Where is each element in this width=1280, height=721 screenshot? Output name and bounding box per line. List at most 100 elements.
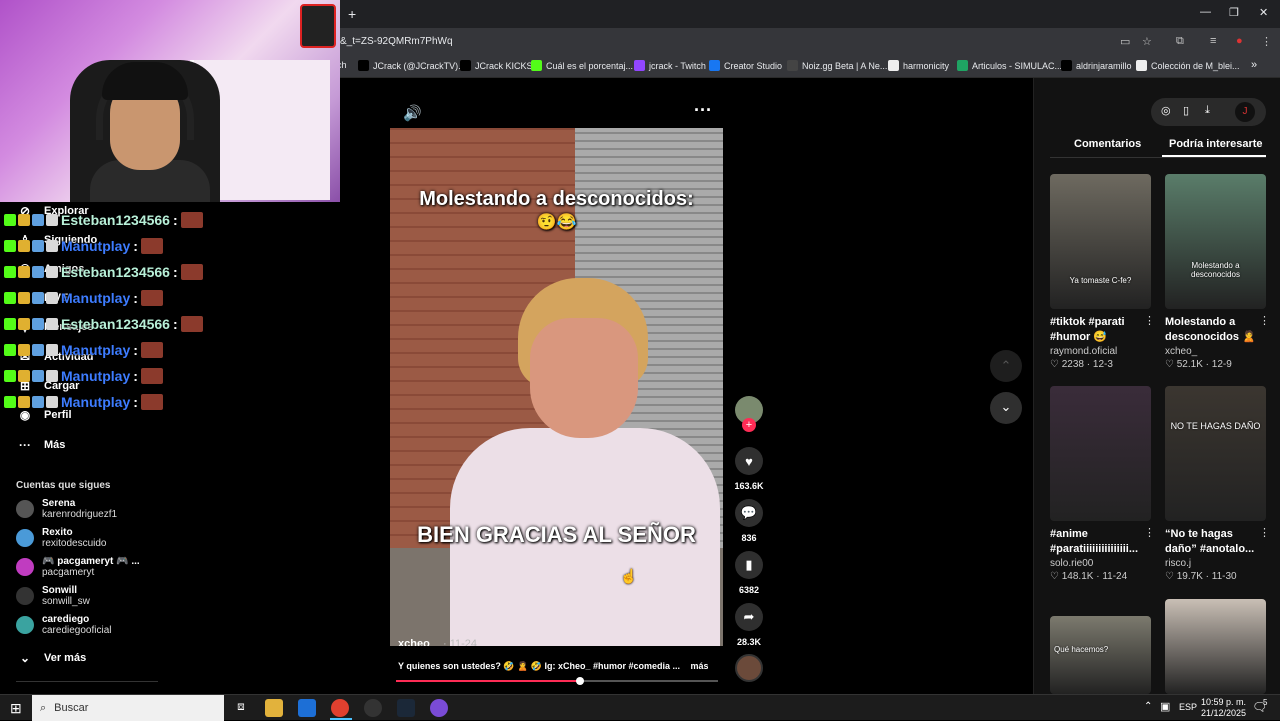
following-item[interactable]: Sonwill sonwill_sw <box>16 585 90 607</box>
url-text[interactable]: &_t=ZS-92QMRm7PhWq <box>340 36 453 47</box>
obs-icon[interactable] <box>364 699 382 717</box>
card-title: #tiktok #parati #humor 😅 <box>1050 316 1125 343</box>
card-more-icon[interactable]: ⋮ <box>1259 314 1270 327</box>
card-title: “No te hagas daño” #anotalo... <box>1165 528 1255 555</box>
music-disc-icon[interactable] <box>735 654 763 682</box>
chat-username: Esteban1234566 <box>61 264 170 280</box>
author-avatar[interactable]: + <box>734 396 764 432</box>
sidebar-item-profile[interactable]: ◉ Perfil <box>18 408 72 422</box>
chat-message: Esteban1234566: <box>4 316 203 332</box>
card-title: Molestando a desconocidos 🙎 ... <box>1165 316 1256 343</box>
phone-icon[interactable]: ▯ <box>1183 104 1189 117</box>
more-icon: ··· <box>19 438 31 452</box>
extension-logo-icon[interactable]: J <box>1235 102 1255 122</box>
task-view-icon[interactable]: ⧈ <box>232 699 250 717</box>
windows-start-icon[interactable]: ⊞ <box>10 700 22 717</box>
tabs-divider <box>1050 157 1266 158</box>
save-button[interactable]: ▮ 6382 <box>734 551 764 595</box>
comment-button[interactable]: 💬 836 <box>734 499 764 543</box>
volume-icon[interactable]: 🔊 <box>403 104 422 122</box>
clock[interactable]: 10:59 p. m. 21/12/2025 <box>1196 697 1246 719</box>
card-more-icon[interactable]: ⋮ <box>1144 526 1155 539</box>
following-item[interactable]: 🎮 pacgameryt 🎮 ... pacgameryt <box>16 556 140 578</box>
chat-message: Manutplay: <box>4 368 163 384</box>
bookmark-favicon-icon <box>1136 60 1147 71</box>
taskbar-search[interactable]: ⌕ Buscar <box>32 695 224 721</box>
card-more-icon[interactable]: ⋮ <box>1259 526 1270 539</box>
card-more-icon[interactable]: ⋮ <box>1144 314 1155 327</box>
suggested-video-card[interactable]: Ya tomaste C-fe? #tiktok #parati #humor 😅… <box>1050 174 1155 370</box>
emote-icon <box>140 394 163 410</box>
chrome-icon[interactable] <box>331 699 349 717</box>
bookmark-item[interactable]: JCrack KICKS <box>460 60 533 71</box>
video-player[interactable]: Molestando a desconocidos: 🤨😂 BIEN GRACI… <box>390 128 723 646</box>
bookmark-item[interactable]: Articulos - SIMULAC... <box>957 60 1062 71</box>
avatar <box>16 500 34 518</box>
bookmark-favicon-icon <box>1061 60 1072 71</box>
bookmark-item[interactable]: Creator Studio <box>709 60 782 71</box>
menu-icon[interactable]: ⋮ <box>1261 35 1272 48</box>
card-author: risco.j <box>1165 558 1192 569</box>
sidebar-item-label: Perfil <box>44 409 72 421</box>
steam-icon[interactable] <box>397 699 415 717</box>
network-icon[interactable]: ▣ <box>1160 700 1170 713</box>
tab-suggested[interactable]: Podría interesarte <box>1169 138 1263 150</box>
following-item[interactable]: Rexito rexitodescuido <box>16 527 106 549</box>
emote-icon <box>140 342 163 358</box>
next-video-button[interactable]: ⌄ <box>990 392 1022 424</box>
tab-search-icon[interactable]: ≡ <box>1210 35 1216 47</box>
more-bookmarks-icon[interactable]: » <box>1251 59 1257 71</box>
bookmark-item[interactable]: jcrack - Twitch <box>634 60 706 71</box>
bookmark-item[interactable]: JCrack (@JCrackTV)... <box>358 60 466 71</box>
progress-track[interactable] <box>396 677 718 685</box>
new-tab-button[interactable]: + <box>348 6 356 22</box>
chat-badges <box>4 344 58 356</box>
suggested-video-card[interactable] <box>1165 599 1266 694</box>
chat-message: Manutplay: <box>4 394 163 410</box>
following-item[interactable]: carediego carediegooficial <box>16 614 112 636</box>
outlook-icon[interactable] <box>298 699 316 717</box>
app-icon[interactable] <box>430 699 448 717</box>
extensions-icon[interactable]: ⧉ <box>1176 35 1184 48</box>
bookmark-item[interactable]: Noiz.gg Beta | A Ne... <box>787 60 887 71</box>
file-explorer-icon[interactable] <box>265 699 283 717</box>
following-item[interactable]: Serena karenrodriguezf1 <box>16 498 117 520</box>
see-more-button[interactable]: ⌄ Ver más <box>18 651 86 665</box>
suggested-video-card[interactable]: Molestando a desconocidos Molestando a de… <box>1165 174 1270 370</box>
cast-icon[interactable]: ▭ <box>1120 35 1130 48</box>
video-overlay-title: Molestando a desconocidos: <box>419 188 694 210</box>
more-link[interactable]: más <box>691 661 708 671</box>
suggested-video-card[interactable]: Qué hacemos? <box>1050 616 1151 694</box>
avatar <box>16 529 34 547</box>
share-button[interactable]: ➦ 28.3K <box>734 603 764 647</box>
card-author: raymond.oficial <box>1050 346 1118 357</box>
sidebar-item-label: Más <box>44 439 66 451</box>
star-icon[interactable]: ☆ <box>1142 35 1152 48</box>
language-indicator[interactable]: ESP <box>1179 702 1197 712</box>
bookmark-item[interactable]: Cuál es el porcentaj... <box>531 60 633 71</box>
close-icon[interactable]: ✕ <box>1259 6 1268 19</box>
download-icon[interactable]: ⤓ <box>1205 104 1210 117</box>
like-button[interactable]: ♥ 163.6K <box>734 447 764 491</box>
bookmark-item[interactable]: Colección de M_blei... <box>1136 60 1240 71</box>
bookmark-item[interactable]: harmonicity <box>888 60 949 71</box>
suggested-video-card[interactable]: #anime #paratiiiiiiiiiiiiiii... solo.rie0… <box>1050 386 1155 582</box>
explore-icon[interactable]: ◎ <box>1161 104 1171 117</box>
cursor-icon: ☝ <box>620 568 638 584</box>
card-author: xcheo_ <box>1165 346 1198 357</box>
bookmark-item[interactable]: aldrinjaramillo <box>1061 60 1132 71</box>
minimize-icon[interactable]: — <box>1200 6 1211 18</box>
previous-video-button[interactable]: ⌃ <box>990 350 1022 382</box>
divider <box>16 681 158 682</box>
search-icon: ⌕ <box>40 701 47 714</box>
tray-chevron-icon[interactable]: ⌃ <box>1144 701 1152 712</box>
emote-icon <box>140 368 163 384</box>
video-options-icon[interactable]: ··· <box>694 100 712 121</box>
tab-comments[interactable]: Comentarios <box>1074 138 1141 150</box>
suggested-video-card[interactable]: NO TE HAGAS DAÑO “No te hagas daño” #anot… <box>1165 386 1270 582</box>
profile-icon[interactable]: ● <box>1236 35 1243 47</box>
sidebar-item-more[interactable]: ··· Más <box>18 438 65 452</box>
follow-plus-icon[interactable]: + <box>742 418 756 432</box>
progress-knob[interactable] <box>575 677 584 685</box>
restore-icon[interactable]: ❐ <box>1229 6 1239 19</box>
